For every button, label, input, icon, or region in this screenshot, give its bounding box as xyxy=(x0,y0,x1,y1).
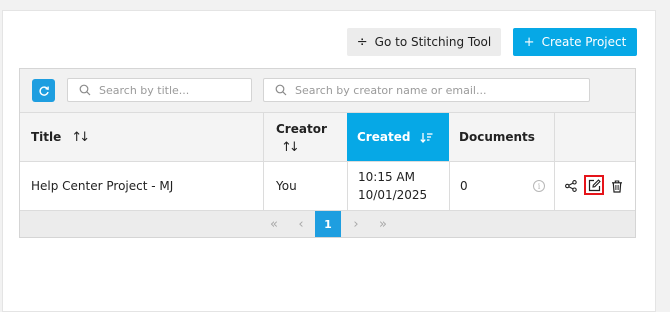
row-actions xyxy=(554,162,635,210)
sort-icon: ↑↓ xyxy=(281,140,300,155)
title-search-field[interactable] xyxy=(67,78,252,102)
share-icon[interactable] xyxy=(563,178,579,194)
table-toolbar xyxy=(20,69,635,113)
previous-page-icon[interactable]: ‹ xyxy=(288,211,314,237)
column-header-actions xyxy=(554,113,635,161)
table-row[interactable]: Help Center Project - MJ You 10:15 AM 10… xyxy=(20,162,635,211)
next-page-icon[interactable]: › xyxy=(343,211,369,237)
refresh-button[interactable] xyxy=(32,79,55,102)
project-creator: You xyxy=(263,162,347,210)
go-to-stitching-tool-button[interactable]: ÷ Go to Stitching Tool xyxy=(347,28,501,56)
project-created: 10:15 AM 10/01/2025 xyxy=(347,162,449,210)
creator-search-field[interactable] xyxy=(263,78,590,102)
plus-icon: + xyxy=(523,34,535,50)
sort-desc-icon xyxy=(420,132,433,143)
title-search-input[interactable] xyxy=(99,83,251,97)
table-header: Title ↑↓ Creator ↑↓ Created Documents xyxy=(20,113,635,162)
column-header-documents: Documents xyxy=(449,113,554,161)
pagination: « ‹ 1 › » xyxy=(20,211,635,237)
projects-table: Title ↑↓ Creator ↑↓ Created Documents He… xyxy=(19,68,636,238)
column-title-label: Title xyxy=(31,130,62,144)
search-icon xyxy=(79,84,91,96)
documents-count: 0 xyxy=(460,179,468,193)
column-header-title[interactable]: Title ↑↓ xyxy=(20,113,263,161)
project-title: Help Center Project - MJ xyxy=(31,179,174,193)
column-created-label: Created xyxy=(357,130,411,144)
refresh-icon xyxy=(38,85,49,96)
column-header-created[interactable]: Created xyxy=(347,113,449,161)
created-time: 10:15 AM xyxy=(358,170,415,184)
project-documents: 0 i xyxy=(449,162,554,210)
creator-search-input[interactable] xyxy=(295,83,589,97)
delete-icon[interactable] xyxy=(609,178,625,194)
created-date: 10/01/2025 xyxy=(358,188,428,202)
info-icon[interactable]: i xyxy=(533,180,545,192)
page-button-current[interactable]: 1 xyxy=(315,211,341,237)
column-header-creator[interactable]: Creator ↑↓ xyxy=(263,113,347,161)
stitching-button-label: Go to Stitching Tool xyxy=(374,35,492,49)
search-icon xyxy=(275,84,287,96)
last-page-icon[interactable]: » xyxy=(370,211,396,237)
first-page-icon[interactable]: « xyxy=(261,211,287,237)
column-creator-label: Creator xyxy=(276,122,327,136)
create-project-button[interactable]: + Create Project xyxy=(513,28,637,56)
edit-icon[interactable] xyxy=(584,175,604,195)
stitch-icon: ÷ xyxy=(356,34,368,50)
column-documents-label: Documents xyxy=(459,130,535,144)
sort-icon: ↑↓ xyxy=(71,129,90,145)
create-button-label: Create Project xyxy=(541,35,627,49)
